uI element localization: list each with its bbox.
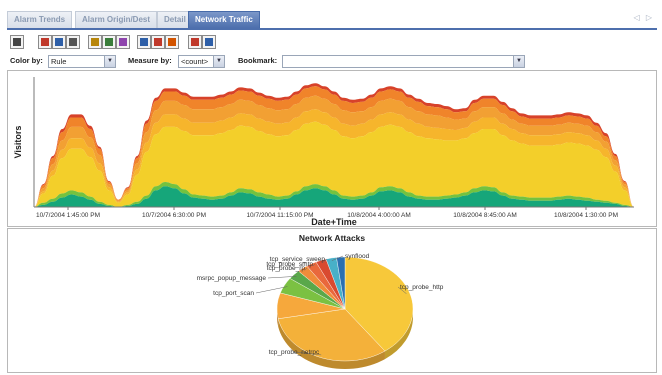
color-by-value: Rule (51, 57, 67, 66)
measure-by-value: <count> (181, 57, 209, 66)
x-axis-label: Date+Time (311, 217, 357, 226)
traffic-chart-panel: 10/7/2004 1:45:00 PM 10/7/2004 6:30:00 PM… (7, 70, 657, 227)
stack-chart-icon[interactable] (116, 35, 130, 49)
area-chart-icon-glyph (140, 38, 148, 46)
legend-icon-glyph (191, 38, 199, 46)
y-axis-label: Visitors (13, 126, 23, 159)
x-tick-label: 10/8/2004 8:45:00 AM (453, 212, 517, 219)
tab-bar: Alarm Trends Alarm Origin/Dest Detail Ne… (0, 0, 662, 30)
chart-type-icon-glyph (41, 38, 49, 46)
list-icon-glyph (205, 38, 213, 46)
pie-slice-label: tcp_probe_http (400, 284, 444, 291)
bar-chart-icon-glyph (91, 38, 99, 46)
line-chart-icon[interactable] (151, 35, 165, 49)
color-by-select[interactable]: Rule ▼ (48, 55, 116, 68)
list-icon[interactable] (202, 35, 216, 49)
chevron-down-icon[interactable]: ▼ (513, 56, 524, 67)
tab-alarm-trends[interactable]: Alarm Trends (7, 11, 73, 28)
x-tick-label: 10/8/2004 1:30:00 PM (554, 212, 618, 219)
pie-chart-icon[interactable] (165, 35, 179, 49)
chart-type-3-icon-glyph (69, 38, 77, 46)
color-by-label: Color by: (10, 56, 43, 65)
x-tick-label: 10/7/2004 1:45:00 PM (36, 212, 100, 219)
x-tick-label: 10/7/2004 6:30:00 PM (142, 212, 206, 219)
tab-network-traffic[interactable]: Network Traffic (188, 11, 260, 28)
tab-alarm-origin-dest[interactable]: Alarm Origin/Dest (75, 11, 158, 28)
home-icon-glyph (13, 38, 21, 46)
column-chart-icon-glyph (105, 38, 113, 46)
pie-slice-label: tcp_probe_netrpc (269, 349, 320, 356)
traffic-area-chart[interactable]: 10/7/2004 1:45:00 PM 10/7/2004 6:30:00 PM… (8, 71, 656, 227)
network-attacks-pie-chart[interactable]: tcp_probe_http tcp_probe_netrpc tcp_port_s… (8, 229, 656, 372)
pie-slice-label: tcp_port_scan (213, 290, 254, 297)
controls-row: Color by: Rule ▼ Measure by: <count> ▼ B… (0, 55, 662, 69)
measure-by-select[interactable]: <count> ▼ (178, 55, 225, 68)
pie-chart-title: Network Attacks (298, 233, 366, 243)
legend-icon[interactable] (188, 35, 202, 49)
chart-type-2-icon[interactable] (52, 35, 66, 49)
tab-underline (7, 28, 657, 30)
network-attacks-panel: Network Attacks tcp_probe_http tcp_probe_… (7, 228, 657, 373)
chevron-down-icon[interactable]: ▼ (213, 56, 224, 67)
x-tick-label: 10/7/2004 11:15:00 PM (246, 212, 313, 219)
pie-slice-label: msrpc_popup_message (197, 275, 267, 282)
chevron-down-icon[interactable]: ▼ (104, 56, 115, 67)
line-chart-icon-glyph (154, 38, 162, 46)
area-chart-icon[interactable] (137, 35, 151, 49)
bookmark-select[interactable]: ▼ (282, 55, 525, 68)
tab-scroll-arrows-icon[interactable]: ◁ ▷ (633, 13, 654, 22)
column-chart-icon[interactable] (102, 35, 116, 49)
pie-chart-icon-glyph (168, 38, 176, 46)
home-icon[interactable] (10, 35, 24, 49)
stack-chart-icon-glyph (119, 38, 127, 46)
chart-type-3-icon[interactable] (66, 35, 80, 49)
pie-slice-label: synflood (345, 253, 370, 260)
measure-by-label: Measure by: (128, 56, 172, 65)
chart-type-icon[interactable] (38, 35, 52, 49)
bookmark-label: Bookmark: (238, 56, 278, 65)
bar-chart-icon[interactable] (88, 35, 102, 49)
pie-slice-label: tcp_service_sweep (270, 256, 326, 263)
chart-type-2-icon-glyph (55, 38, 63, 46)
